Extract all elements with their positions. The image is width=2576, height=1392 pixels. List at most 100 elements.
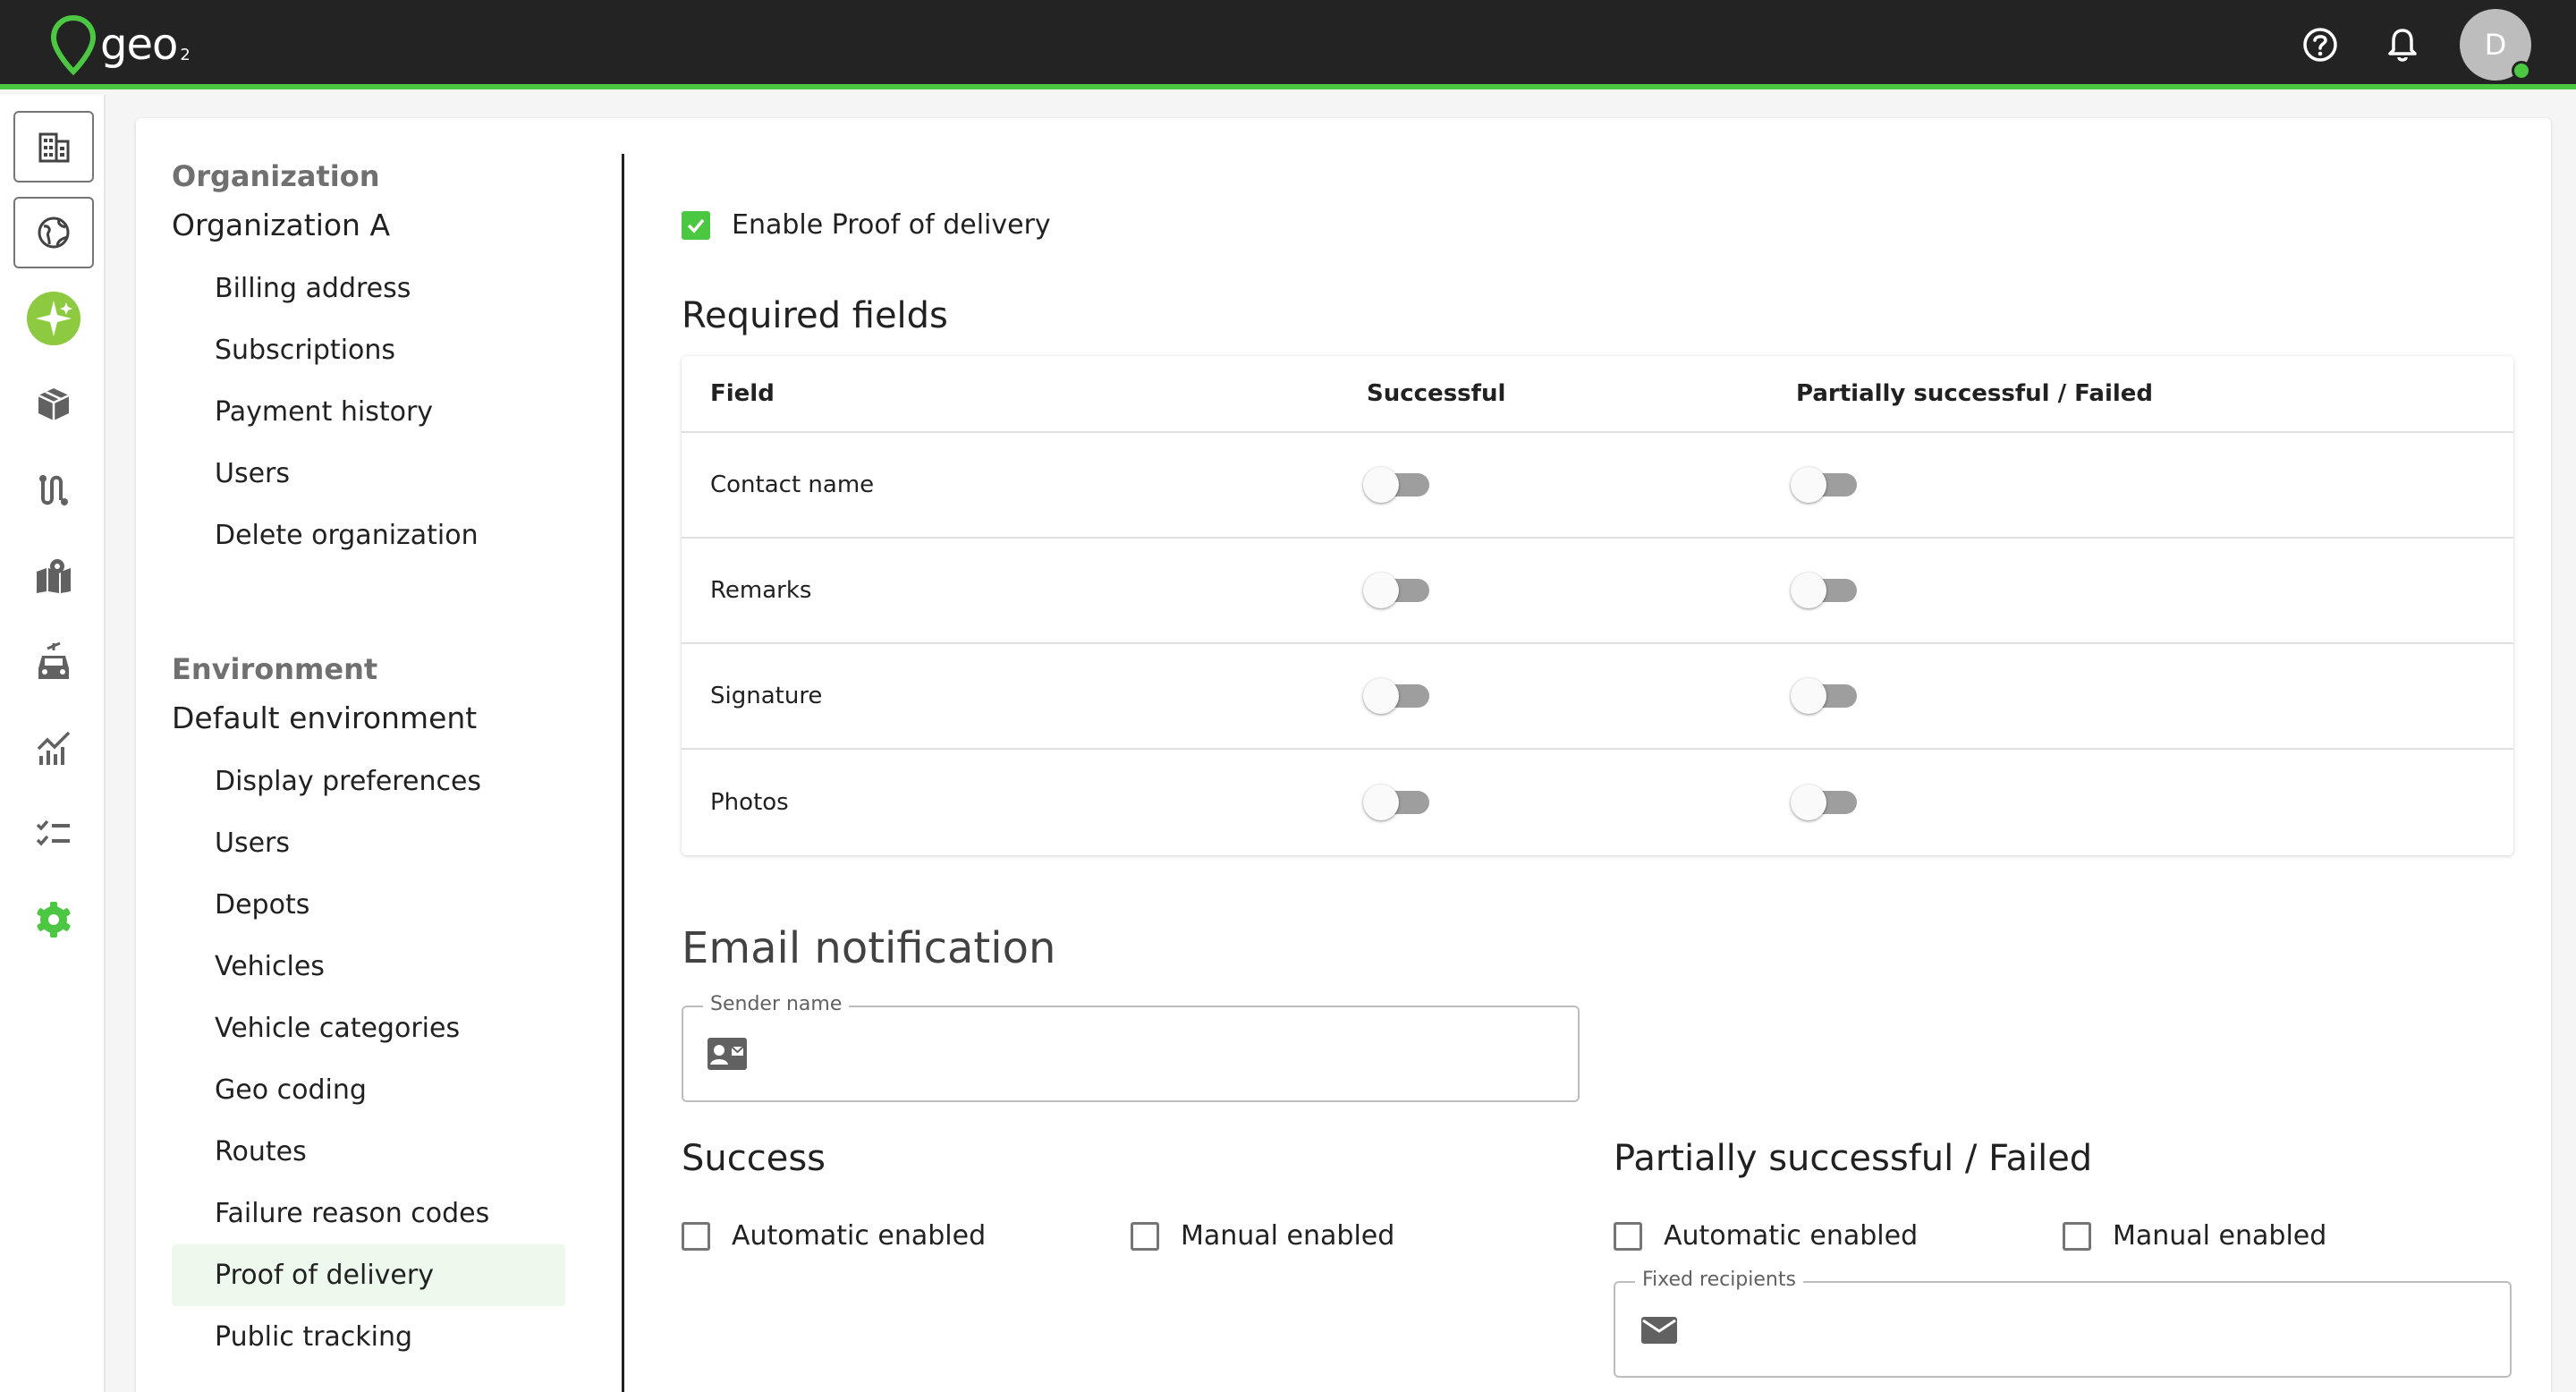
success-title: Success: [682, 1138, 826, 1179]
enable-pod-checkbox[interactable]: [682, 210, 710, 240]
rail-map[interactable]: [13, 540, 94, 612]
fixed-recipients-field: Fixed recipients: [1614, 1269, 2512, 1378]
success-manual-row[interactable]: Manual enabled: [1131, 1220, 1394, 1252]
rail-routes[interactable]: [13, 454, 94, 526]
failed-manual-label: Manual enabled: [2113, 1220, 2327, 1252]
failed-manual-checkbox[interactable]: [2063, 1221, 2091, 1251]
contact-name-successful-toggle[interactable]: [1363, 467, 1433, 503]
email-envelope-icon: [1641, 1317, 1677, 1344]
rail-environment[interactable]: [13, 197, 94, 268]
package-icon: [38, 388, 70, 420]
building-icon: [38, 132, 70, 163]
nav-item-subscriptions[interactable]: Subscriptions: [172, 319, 565, 381]
nav-item-payment-history[interactable]: Payment history: [172, 381, 565, 443]
table-row: Signature: [682, 644, 2513, 750]
geo-logo[interactable]: geo 2: [50, 13, 191, 77]
success-manual-label: Manual enabled: [1181, 1220, 1395, 1252]
contact-card-icon: [708, 1038, 747, 1070]
route-icon: [39, 475, 68, 505]
nav-organization-name[interactable]: Organization A: [172, 199, 565, 252]
photos-failed-toggle[interactable]: [1791, 785, 1860, 820]
table-row: Photos: [682, 750, 2513, 855]
settings-gear-icon: [37, 902, 71, 938]
nav-environment-name[interactable]: Default environment: [172, 692, 565, 745]
checkmark-icon: [687, 218, 705, 233]
sender-name-label: Sender name: [703, 993, 850, 1015]
required-fields-title: Required fields: [682, 295, 948, 336]
vehicle-icon: [38, 641, 69, 679]
left-rail: [0, 95, 106, 1392]
photos-successful-toggle[interactable]: [1363, 785, 1433, 820]
fixed-recipients-input[interactable]: [1701, 1301, 2488, 1358]
rail-analytics[interactable]: [13, 712, 94, 784]
remarks-successful-toggle[interactable]: [1363, 573, 1433, 608]
globe-icon: [38, 216, 70, 249]
online-status-dot: [2512, 61, 2531, 81]
user-avatar[interactable]: D: [2460, 9, 2531, 81]
settings-card: Organization Organization A Billing addr…: [136, 118, 2551, 1392]
nav-item-org-users[interactable]: Users: [172, 443, 565, 505]
failed-manual-row[interactable]: Manual enabled: [2063, 1220, 2326, 1252]
success-manual-checkbox[interactable]: [1131, 1221, 1159, 1251]
nav-item-public-tracking[interactable]: Public tracking: [172, 1306, 565, 1368]
table-row: Remarks: [682, 539, 2513, 644]
notification-bell-icon[interactable]: [2381, 23, 2424, 66]
success-automatic-row[interactable]: Automatic enabled: [682, 1220, 986, 1252]
enable-pod-row[interactable]: Enable Proof of delivery: [682, 209, 1051, 241]
checklist-icon: [36, 819, 70, 846]
success-automatic-checkbox[interactable]: [682, 1221, 710, 1251]
rail-ai-assistant[interactable]: [13, 283, 94, 354]
signature-failed-toggle[interactable]: [1791, 678, 1860, 714]
top-bar: geo 2 D: [0, 0, 2576, 89]
failed-automatic-label: Automatic enabled: [1664, 1220, 1919, 1252]
nav-item-proof-of-delivery[interactable]: Proof of delivery: [172, 1244, 565, 1306]
nav-item-display-preferences[interactable]: Display preferences: [172, 751, 565, 812]
rail-settings[interactable]: [13, 884, 94, 955]
email-notification-title: Email notification: [682, 923, 1056, 973]
nav-item-vehicles[interactable]: Vehicles: [172, 936, 565, 997]
failed-automatic-row[interactable]: Automatic enabled: [1614, 1220, 1918, 1252]
signature-successful-toggle[interactable]: [1363, 678, 1433, 714]
fixed-recipients-label: Fixed recipients: [1635, 1269, 1803, 1291]
rail-tasks[interactable]: [13, 798, 94, 870]
rail-vehicles[interactable]: [13, 626, 94, 698]
map-icon: [37, 559, 71, 593]
row-field-label: Contact name: [710, 471, 875, 498]
sender-name-input[interactable]: [769, 1025, 1556, 1082]
required-fields-table: Field Successful Partially successful / …: [682, 356, 2513, 855]
contact-name-failed-toggle[interactable]: [1791, 467, 1860, 503]
remarks-failed-toggle[interactable]: [1791, 573, 1860, 608]
failed-title: Partially successful / Failed: [1614, 1138, 2093, 1179]
logo-subscript: 2: [180, 45, 191, 64]
nav-item-geo-coding[interactable]: Geo coding: [172, 1059, 565, 1121]
header-failed: Partially successful / Failed: [1796, 380, 2154, 407]
nav-item-billing-address[interactable]: Billing address: [172, 258, 565, 319]
header-successful: Successful: [1367, 380, 1506, 407]
sparkle-icon: [27, 292, 80, 345]
row-field-label: Signature: [710, 683, 823, 709]
analytics-icon: [37, 731, 71, 765]
failed-automatic-checkbox[interactable]: [1614, 1221, 1642, 1251]
settings-nav: Organization Organization A Billing addr…: [172, 154, 565, 1368]
nav-item-delete-organization[interactable]: Delete organization: [172, 505, 565, 566]
rail-organization[interactable]: [13, 111, 94, 182]
help-icon[interactable]: [2299, 23, 2342, 66]
avatar-initial: D: [2484, 28, 2507, 62]
nav-section-organization: Organization: [172, 159, 380, 193]
row-field-label: Photos: [710, 789, 789, 816]
nav-item-depots[interactable]: Depots: [172, 874, 565, 936]
nav-section-environment: Environment: [172, 652, 378, 686]
row-field-label: Remarks: [710, 577, 812, 604]
sender-name-field: Sender name: [682, 993, 1580, 1102]
nav-item-routes[interactable]: Routes: [172, 1121, 565, 1183]
nav-divider: [622, 154, 624, 1392]
enable-pod-label: Enable Proof of delivery: [732, 209, 1051, 241]
nav-item-failure-reason-codes[interactable]: Failure reason codes: [172, 1183, 565, 1244]
table-row: Contact name: [682, 433, 2513, 539]
rail-orders[interactable]: [13, 369, 94, 440]
location-pin-icon: [50, 14, 97, 75]
success-automatic-label: Automatic enabled: [732, 1220, 987, 1252]
table-header-row: Field Successful Partially successful / …: [682, 356, 2513, 433]
nav-item-vehicle-categories[interactable]: Vehicle categories: [172, 997, 565, 1059]
nav-item-env-users[interactable]: Users: [172, 812, 565, 874]
